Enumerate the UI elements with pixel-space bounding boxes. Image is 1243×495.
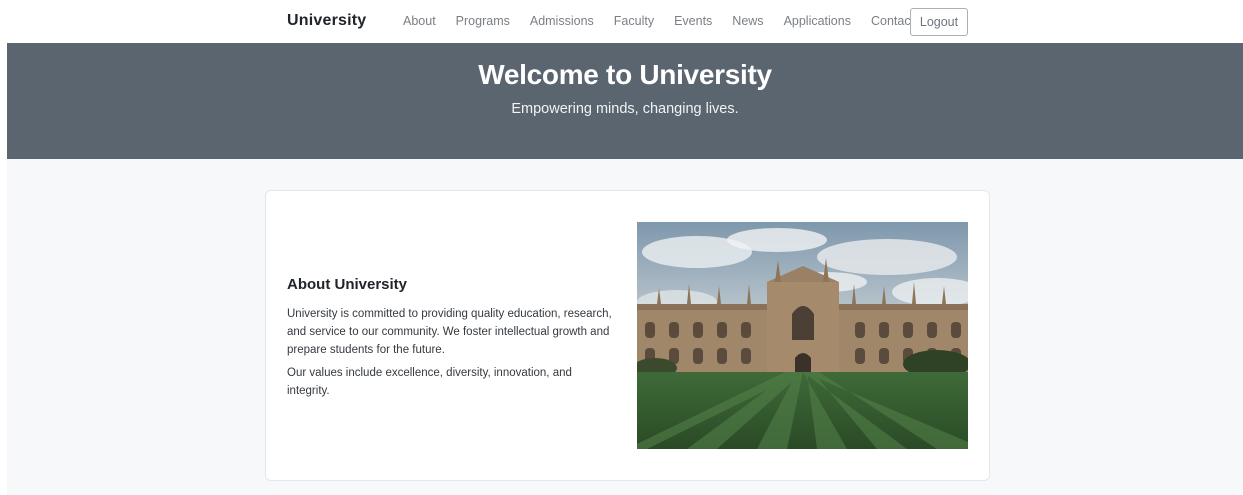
nav-links: About Programs Admissions Faculty Events… [403, 14, 934, 28]
nav-link-about[interactable]: About [403, 14, 436, 28]
logout-button[interactable]: Logout [910, 8, 968, 36]
nav-link-admissions[interactable]: Admissions [530, 14, 594, 28]
page: University About Programs Admissions Fac… [0, 0, 1243, 495]
nav-link-contact[interactable]: Contact [871, 14, 914, 28]
nav-link-events[interactable]: Events [674, 14, 712, 28]
hero-subtitle: Empowering minds, changing lives. [511, 101, 739, 117]
hero-title: Welcome to University [478, 59, 772, 90]
nav-link-applications[interactable]: Applications [784, 14, 851, 28]
about-paragraph-mission: University is committed to providing qua… [287, 308, 612, 356]
campus-building-image [637, 222, 968, 449]
nav-link-faculty[interactable]: Faculty [614, 14, 654, 28]
navbar: University About Programs Admissions Fac… [0, 0, 1243, 43]
nav-link-news[interactable]: News [732, 14, 763, 28]
about-paragraph-values: Our values include excellence, diversity… [287, 367, 572, 397]
brand-logo-link[interactable]: University [287, 12, 366, 30]
about-title: About University [287, 276, 408, 293]
hero-banner: Welcome to University Empowering minds, … [7, 43, 1243, 159]
nav-link-programs[interactable]: Programs [456, 14, 510, 28]
